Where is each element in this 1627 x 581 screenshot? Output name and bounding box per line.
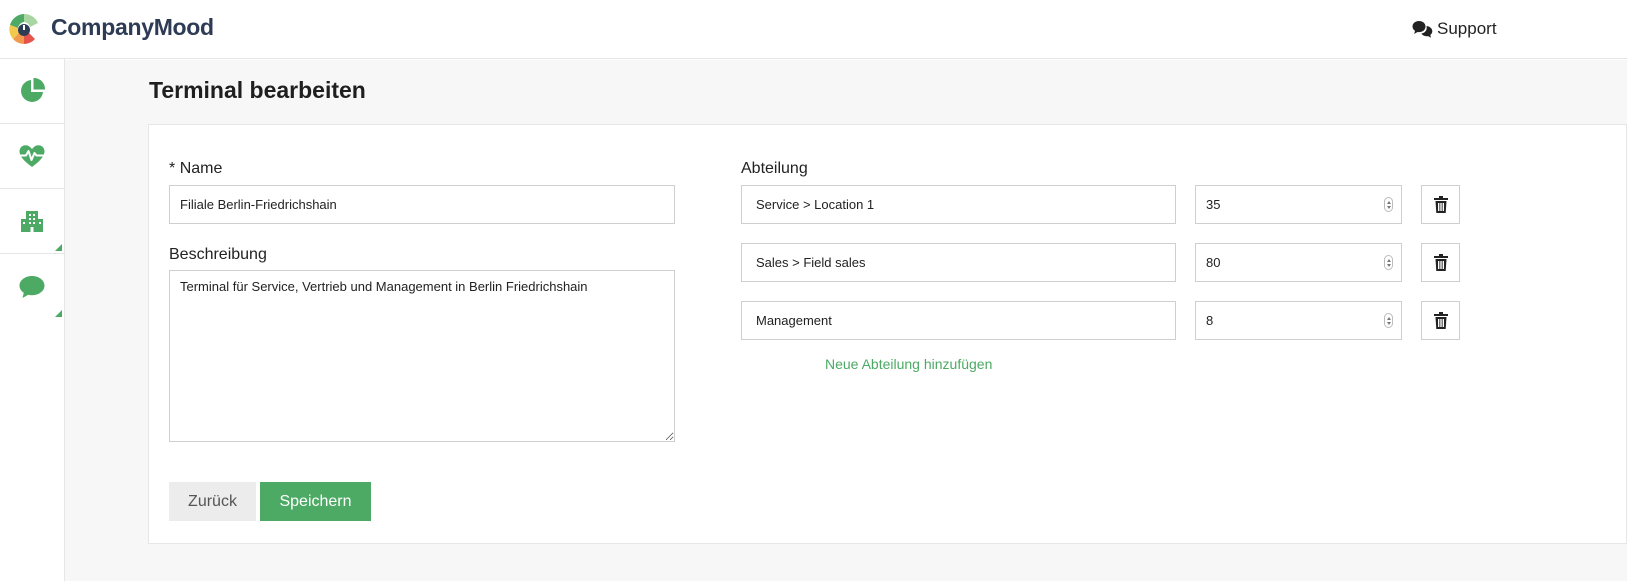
top-bar: CompanyMood Support bbox=[0, 0, 1627, 59]
department-count-field bbox=[1195, 301, 1402, 340]
department-count-field bbox=[1195, 243, 1402, 282]
department-label: Abteilung bbox=[741, 160, 808, 177]
trash-icon bbox=[1433, 254, 1448, 271]
chat-bubbles-icon bbox=[1412, 20, 1433, 38]
delete-department-button[interactable] bbox=[1421, 301, 1460, 340]
companymood-logo-icon[interactable] bbox=[8, 11, 40, 48]
support-label: Support bbox=[1437, 19, 1497, 38]
speech-bubble-icon bbox=[19, 275, 45, 298]
brand-name[interactable]: CompanyMood bbox=[51, 14, 214, 41]
heart-pulse-icon bbox=[19, 145, 45, 167]
trash-icon bbox=[1433, 312, 1448, 329]
expand-indicator bbox=[55, 310, 62, 317]
sidebar-item-organization[interactable] bbox=[0, 189, 64, 254]
number-spinner[interactable] bbox=[1384, 313, 1393, 328]
sidebar-item-health[interactable] bbox=[0, 124, 64, 189]
expand-indicator bbox=[55, 244, 62, 251]
sidebar-item-dashboard[interactable] bbox=[0, 59, 64, 124]
description-label: Beschreibung bbox=[169, 246, 267, 263]
description-textarea[interactable]: Terminal für Service, Vertrieb und Manag… bbox=[169, 270, 675, 442]
pie-chart-icon bbox=[21, 77, 46, 102]
required-marker: * bbox=[169, 160, 176, 177]
department-count-input[interactable] bbox=[1196, 302, 1366, 339]
page-title: Terminal bearbeiten bbox=[149, 77, 366, 103]
main-content: Terminal bearbeiten * Name Beschreibung … bbox=[65, 60, 1627, 581]
add-department-link[interactable]: Neue Abteilung hinzufügen bbox=[825, 356, 992, 372]
trash-icon bbox=[1433, 196, 1448, 213]
delete-department-button[interactable] bbox=[1421, 185, 1460, 224]
department-name-input[interactable] bbox=[741, 243, 1176, 282]
department-name-input[interactable] bbox=[741, 185, 1176, 224]
department-count-input[interactable] bbox=[1196, 186, 1366, 223]
support-link[interactable]: Support bbox=[1412, 19, 1497, 39]
delete-department-button[interactable] bbox=[1421, 243, 1460, 282]
name-label: * Name bbox=[169, 160, 222, 178]
save-button[interactable]: Speichern bbox=[260, 482, 371, 521]
department-name-input[interactable] bbox=[741, 301, 1176, 340]
back-button[interactable]: Zurück bbox=[169, 482, 256, 521]
name-input[interactable] bbox=[169, 185, 675, 224]
sidebar-item-feedback[interactable] bbox=[0, 254, 64, 319]
number-spinner[interactable] bbox=[1384, 197, 1393, 212]
sidebar bbox=[0, 59, 65, 581]
edit-terminal-form: * Name Beschreibung Terminal für Service… bbox=[148, 124, 1627, 544]
building-icon bbox=[21, 211, 43, 232]
department-count-input[interactable] bbox=[1196, 244, 1366, 281]
number-spinner[interactable] bbox=[1384, 255, 1393, 270]
department-count-field bbox=[1195, 185, 1402, 224]
name-label-text: Name bbox=[179, 160, 223, 177]
